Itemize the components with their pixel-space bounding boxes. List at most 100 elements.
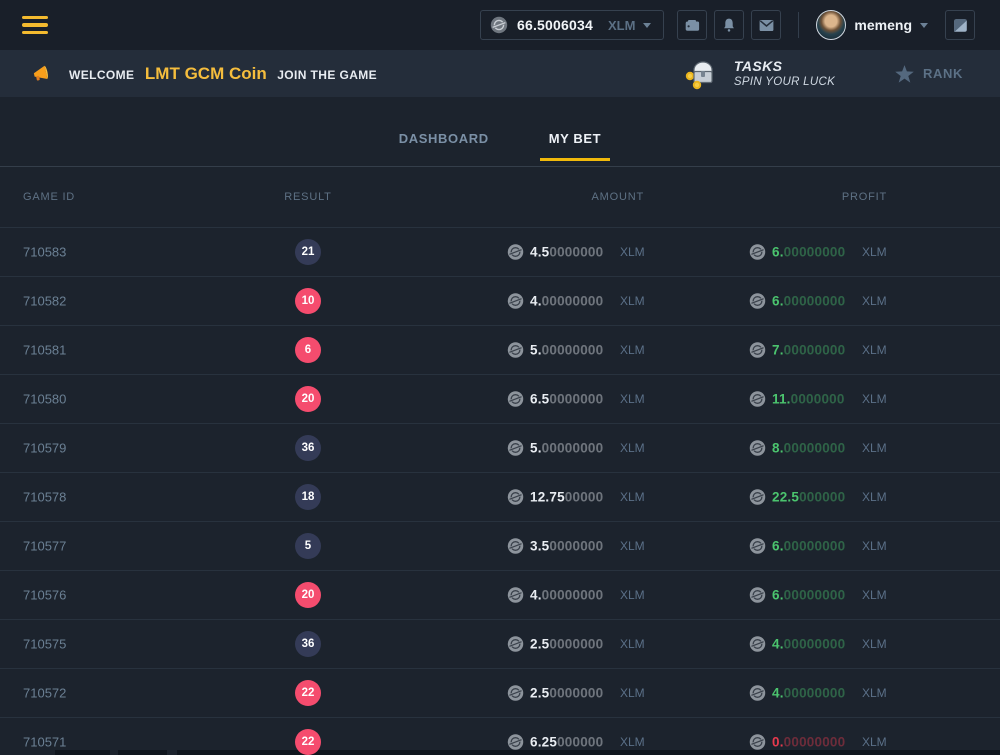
xlm-coin-icon bbox=[507, 391, 524, 408]
xlm-coin-icon bbox=[490, 16, 508, 34]
result-badge: 10 bbox=[295, 288, 321, 314]
amount-value: 12.7500000 bbox=[530, 490, 603, 505]
result-badge: 6 bbox=[295, 337, 321, 363]
profit-value: 6.00000000 bbox=[772, 539, 845, 554]
amount-currency: XLM bbox=[620, 735, 645, 749]
amount-value: 2.50000000 bbox=[530, 637, 603, 652]
profit-value: 6.00000000 bbox=[772, 588, 845, 603]
amount-value: 3.50000000 bbox=[530, 539, 603, 554]
profit-currency: XLM bbox=[862, 588, 887, 602]
tab-bar: DASHBOARD MY BET bbox=[0, 97, 1000, 167]
amount-value: 5.00000000 bbox=[530, 441, 603, 456]
profit-value: 11.0000000 bbox=[772, 392, 845, 407]
table-row[interactable]: 710579 36 5.00000000 XLM 8.00000000 XLM bbox=[0, 423, 1000, 472]
amount-value: 4.50000000 bbox=[530, 245, 603, 260]
profit-currency: XLM bbox=[862, 392, 887, 406]
amount-value: 4.00000000 bbox=[530, 294, 603, 309]
tasks-link[interactable]: TASKS SPIN YOUR LUCK bbox=[684, 58, 835, 90]
divider bbox=[798, 12, 799, 38]
chat-icon bbox=[952, 17, 969, 34]
profit-value: 0.00000000 bbox=[772, 735, 845, 750]
messages-button[interactable] bbox=[751, 10, 781, 40]
xlm-coin-icon bbox=[749, 734, 766, 751]
profit-currency: XLM bbox=[862, 539, 887, 553]
chevron-down-icon bbox=[920, 23, 928, 28]
table-row[interactable]: 710575 36 2.50000000 XLM 4.00000000 XLM bbox=[0, 619, 1000, 668]
amount-currency: XLM bbox=[620, 686, 645, 700]
amount-currency: XLM bbox=[620, 637, 645, 651]
rank-link[interactable]: RANK bbox=[895, 65, 963, 83]
announcement-banner: WELCOME LMT GCM Coin JOIN THE GAME TASKS… bbox=[0, 50, 1000, 97]
chat-button[interactable] bbox=[945, 10, 975, 40]
user-menu[interactable]: memeng bbox=[816, 10, 928, 40]
tasks-title: TASKS bbox=[734, 58, 835, 76]
amount-currency: XLM bbox=[620, 441, 645, 455]
result-badge: 20 bbox=[295, 386, 321, 412]
profit-value: 7.00000000 bbox=[772, 343, 845, 358]
game-id: 710577 bbox=[23, 539, 66, 554]
profit-value: 8.00000000 bbox=[772, 441, 845, 456]
balance-selector[interactable]: 66.5006034 XLM bbox=[480, 10, 664, 40]
table-row[interactable]: 710580 20 6.50000000 XLM 11.0000000 XLM bbox=[0, 374, 1000, 423]
chevron-down-icon bbox=[643, 23, 651, 28]
treasure-chest-icon bbox=[684, 58, 720, 90]
xlm-coin-icon bbox=[507, 293, 524, 310]
tasks-subtitle: SPIN YOUR LUCK bbox=[734, 75, 835, 89]
profit-currency: XLM bbox=[862, 245, 887, 259]
game-id: 710579 bbox=[23, 441, 66, 456]
profit-currency: XLM bbox=[862, 686, 887, 700]
profit-value: 6.00000000 bbox=[772, 294, 845, 309]
xlm-coin-icon bbox=[507, 489, 524, 506]
tab-dashboard[interactable]: DASHBOARD bbox=[390, 131, 498, 161]
result-badge: 36 bbox=[295, 631, 321, 657]
amount-value: 2.50000000 bbox=[530, 686, 603, 701]
table-row[interactable]: 710577 5 3.50000000 XLM 6.00000000 XLM bbox=[0, 521, 1000, 570]
profit-currency: XLM bbox=[862, 343, 887, 357]
result-badge: 5 bbox=[295, 533, 321, 559]
xlm-coin-icon bbox=[749, 440, 766, 457]
wallet-button[interactable] bbox=[677, 10, 707, 40]
xlm-coin-icon bbox=[507, 538, 524, 555]
table-row[interactable]: 710582 10 4.00000000 XLM 6.00000000 XLM bbox=[0, 276, 1000, 325]
amount-currency: XLM bbox=[620, 490, 645, 504]
profit-currency: XLM bbox=[862, 294, 887, 308]
notifications-button[interactable] bbox=[714, 10, 744, 40]
xlm-coin-icon bbox=[507, 587, 524, 604]
xlm-coin-icon bbox=[749, 636, 766, 653]
xlm-coin-icon bbox=[749, 587, 766, 604]
xlm-coin-icon bbox=[507, 342, 524, 359]
table-row[interactable]: 710581 6 5.00000000 XLM 7.00000000 XLM bbox=[0, 325, 1000, 374]
game-id: 710581 bbox=[23, 343, 66, 358]
bottom-cutoff-strip bbox=[0, 750, 1000, 755]
xlm-coin-icon bbox=[749, 293, 766, 310]
game-id: 710582 bbox=[23, 294, 66, 309]
table-row[interactable]: 710572 22 2.50000000 XLM 4.00000000 XLM bbox=[0, 668, 1000, 717]
header-amount: AMOUNT bbox=[592, 191, 644, 203]
amount-value: 6.50000000 bbox=[530, 392, 603, 407]
table-row[interactable]: 710583 21 4.50000000 XLM 6.00000000 XLM bbox=[0, 227, 1000, 276]
amount-value: 4.00000000 bbox=[530, 588, 603, 603]
xlm-coin-icon bbox=[749, 685, 766, 702]
tab-my-bet[interactable]: MY BET bbox=[540, 131, 610, 161]
table-row[interactable]: 710578 18 12.7500000 XLM 22.5000000 XLM bbox=[0, 472, 1000, 521]
result-badge: 22 bbox=[295, 729, 321, 755]
xlm-coin-icon bbox=[507, 636, 524, 653]
profit-value: 4.00000000 bbox=[772, 637, 845, 652]
result-badge: 22 bbox=[295, 680, 321, 706]
menu-hamburger-icon[interactable] bbox=[22, 16, 48, 35]
game-id: 710578 bbox=[23, 490, 66, 505]
header-game-id: GAME ID bbox=[23, 191, 75, 203]
result-badge: 36 bbox=[295, 435, 321, 461]
table-row[interactable]: 710576 20 4.00000000 XLM 6.00000000 XLM bbox=[0, 570, 1000, 619]
profit-currency: XLM bbox=[862, 490, 887, 504]
welcome-message: WELCOME LMT GCM Coin JOIN THE GAME bbox=[69, 64, 377, 84]
result-badge: 18 bbox=[295, 484, 321, 510]
xlm-coin-icon bbox=[749, 244, 766, 261]
wallet-icon bbox=[684, 17, 701, 34]
amount-currency: XLM bbox=[620, 294, 645, 308]
coin-name: LMT GCM Coin bbox=[145, 64, 267, 83]
amount-currency: XLM bbox=[620, 588, 645, 602]
bet-table-body: 710583 21 4.50000000 XLM 6.00000000 XLM … bbox=[0, 227, 1000, 755]
xlm-coin-icon bbox=[507, 734, 524, 751]
result-badge: 21 bbox=[295, 239, 321, 265]
